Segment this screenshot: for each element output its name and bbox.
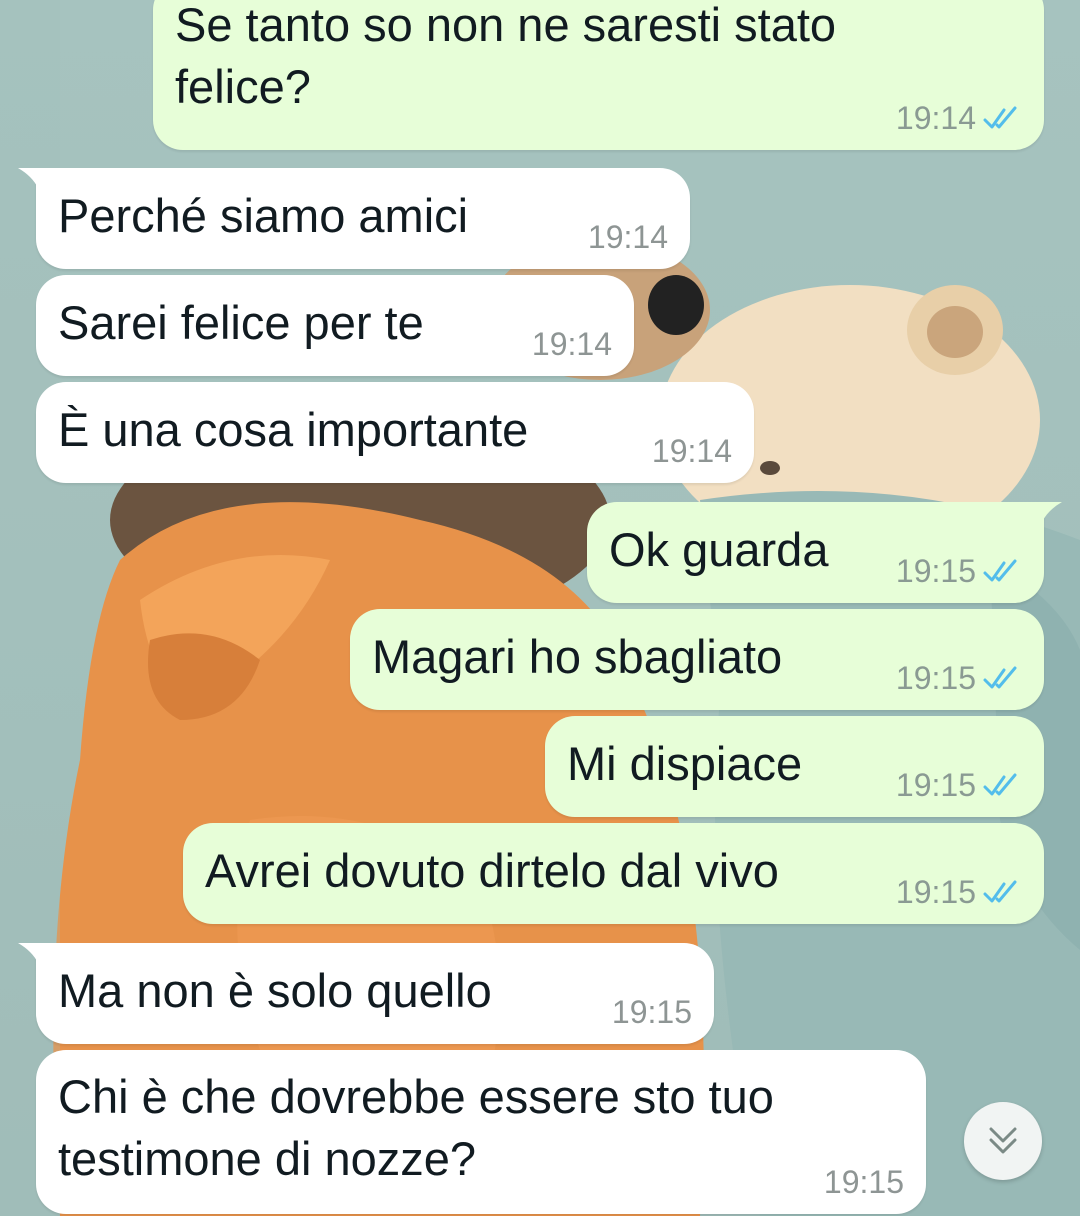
message-meta: 19:14 xyxy=(588,219,668,255)
message-bubble-outgoing[interactable]: Se tanto so non ne saresti stato felice?… xyxy=(153,0,1044,150)
message-time: 19:14 xyxy=(895,100,976,136)
double-chevron-down-icon xyxy=(989,1127,1017,1154)
message-text: Ma non è solo quello xyxy=(58,964,492,1017)
double-check-read-icon xyxy=(983,880,1017,903)
message-text: Sarei felice per te xyxy=(58,296,424,349)
message-bubble-incoming[interactable]: Chi è che dovrebbe essere sto tuo testim… xyxy=(36,1050,926,1214)
message-time: 19:14 xyxy=(531,326,612,362)
message-meta: 19:15 xyxy=(824,1164,904,1200)
message-text: Chi è che dovrebbe essere sto tuo testim… xyxy=(58,1070,774,1185)
message-text: Se tanto so non ne saresti stato felice? xyxy=(175,0,837,113)
message-meta: 19:14 xyxy=(532,326,612,362)
message-bubble-incoming[interactable]: Sarei felice per te 19:14 xyxy=(36,275,634,376)
message-time: 19:14 xyxy=(651,433,732,469)
message-meta: 19:15 xyxy=(896,874,1022,910)
message-text: Ok guarda xyxy=(609,523,829,576)
message-bubble-outgoing[interactable]: Magari ho sbagliato 19:15 xyxy=(350,609,1044,710)
scroll-to-bottom-button[interactable] xyxy=(964,1102,1042,1180)
message-meta: 19:15 xyxy=(896,660,1022,696)
message-time: 19:15 xyxy=(611,994,692,1030)
message-meta: 19:14 xyxy=(896,100,1022,136)
message-text: Mi dispiace xyxy=(567,737,803,790)
message-time: 19:15 xyxy=(895,874,976,910)
double-check-read-icon xyxy=(983,106,1017,129)
message-time: 19:15 xyxy=(895,660,976,696)
message-bubble-outgoing[interactable]: Mi dispiace 19:15 xyxy=(545,716,1044,817)
message-meta: 19:15 xyxy=(612,994,692,1030)
double-check-read-icon xyxy=(983,666,1017,689)
message-meta: 19:14 xyxy=(652,433,732,469)
message-text: Magari ho sbagliato xyxy=(372,630,783,683)
bubble-tail xyxy=(18,943,58,983)
message-text: Avrei dovuto dirtelo dal vivo xyxy=(205,844,779,897)
message-text: Perché siamo amici xyxy=(58,189,469,242)
message-bubble-incoming[interactable]: È una cosa importante 19:14 xyxy=(36,382,754,483)
message-bubble-incoming[interactable]: Perché siamo amici 19:14 xyxy=(18,168,690,269)
double-check-read-icon xyxy=(983,559,1017,582)
message-time: 19:14 xyxy=(587,219,668,255)
message-text: È una cosa importante xyxy=(58,403,529,456)
message-time: 19:15 xyxy=(823,1164,904,1200)
message-bubble-outgoing[interactable]: Ok guarda 19:15 xyxy=(587,502,1062,603)
message-bubble-outgoing[interactable]: Avrei dovuto dirtelo dal vivo 19:15 xyxy=(183,823,1044,924)
message-time: 19:15 xyxy=(895,767,976,803)
message-meta: 19:15 xyxy=(896,553,1022,589)
message-meta: 19:15 xyxy=(896,767,1022,803)
message-bubble-incoming[interactable]: Ma non è solo quello 19:15 xyxy=(18,943,714,1044)
bubble-tail xyxy=(1022,502,1062,542)
double-check-read-icon xyxy=(983,773,1017,796)
message-time: 19:15 xyxy=(895,553,976,589)
bubble-tail xyxy=(18,168,58,208)
